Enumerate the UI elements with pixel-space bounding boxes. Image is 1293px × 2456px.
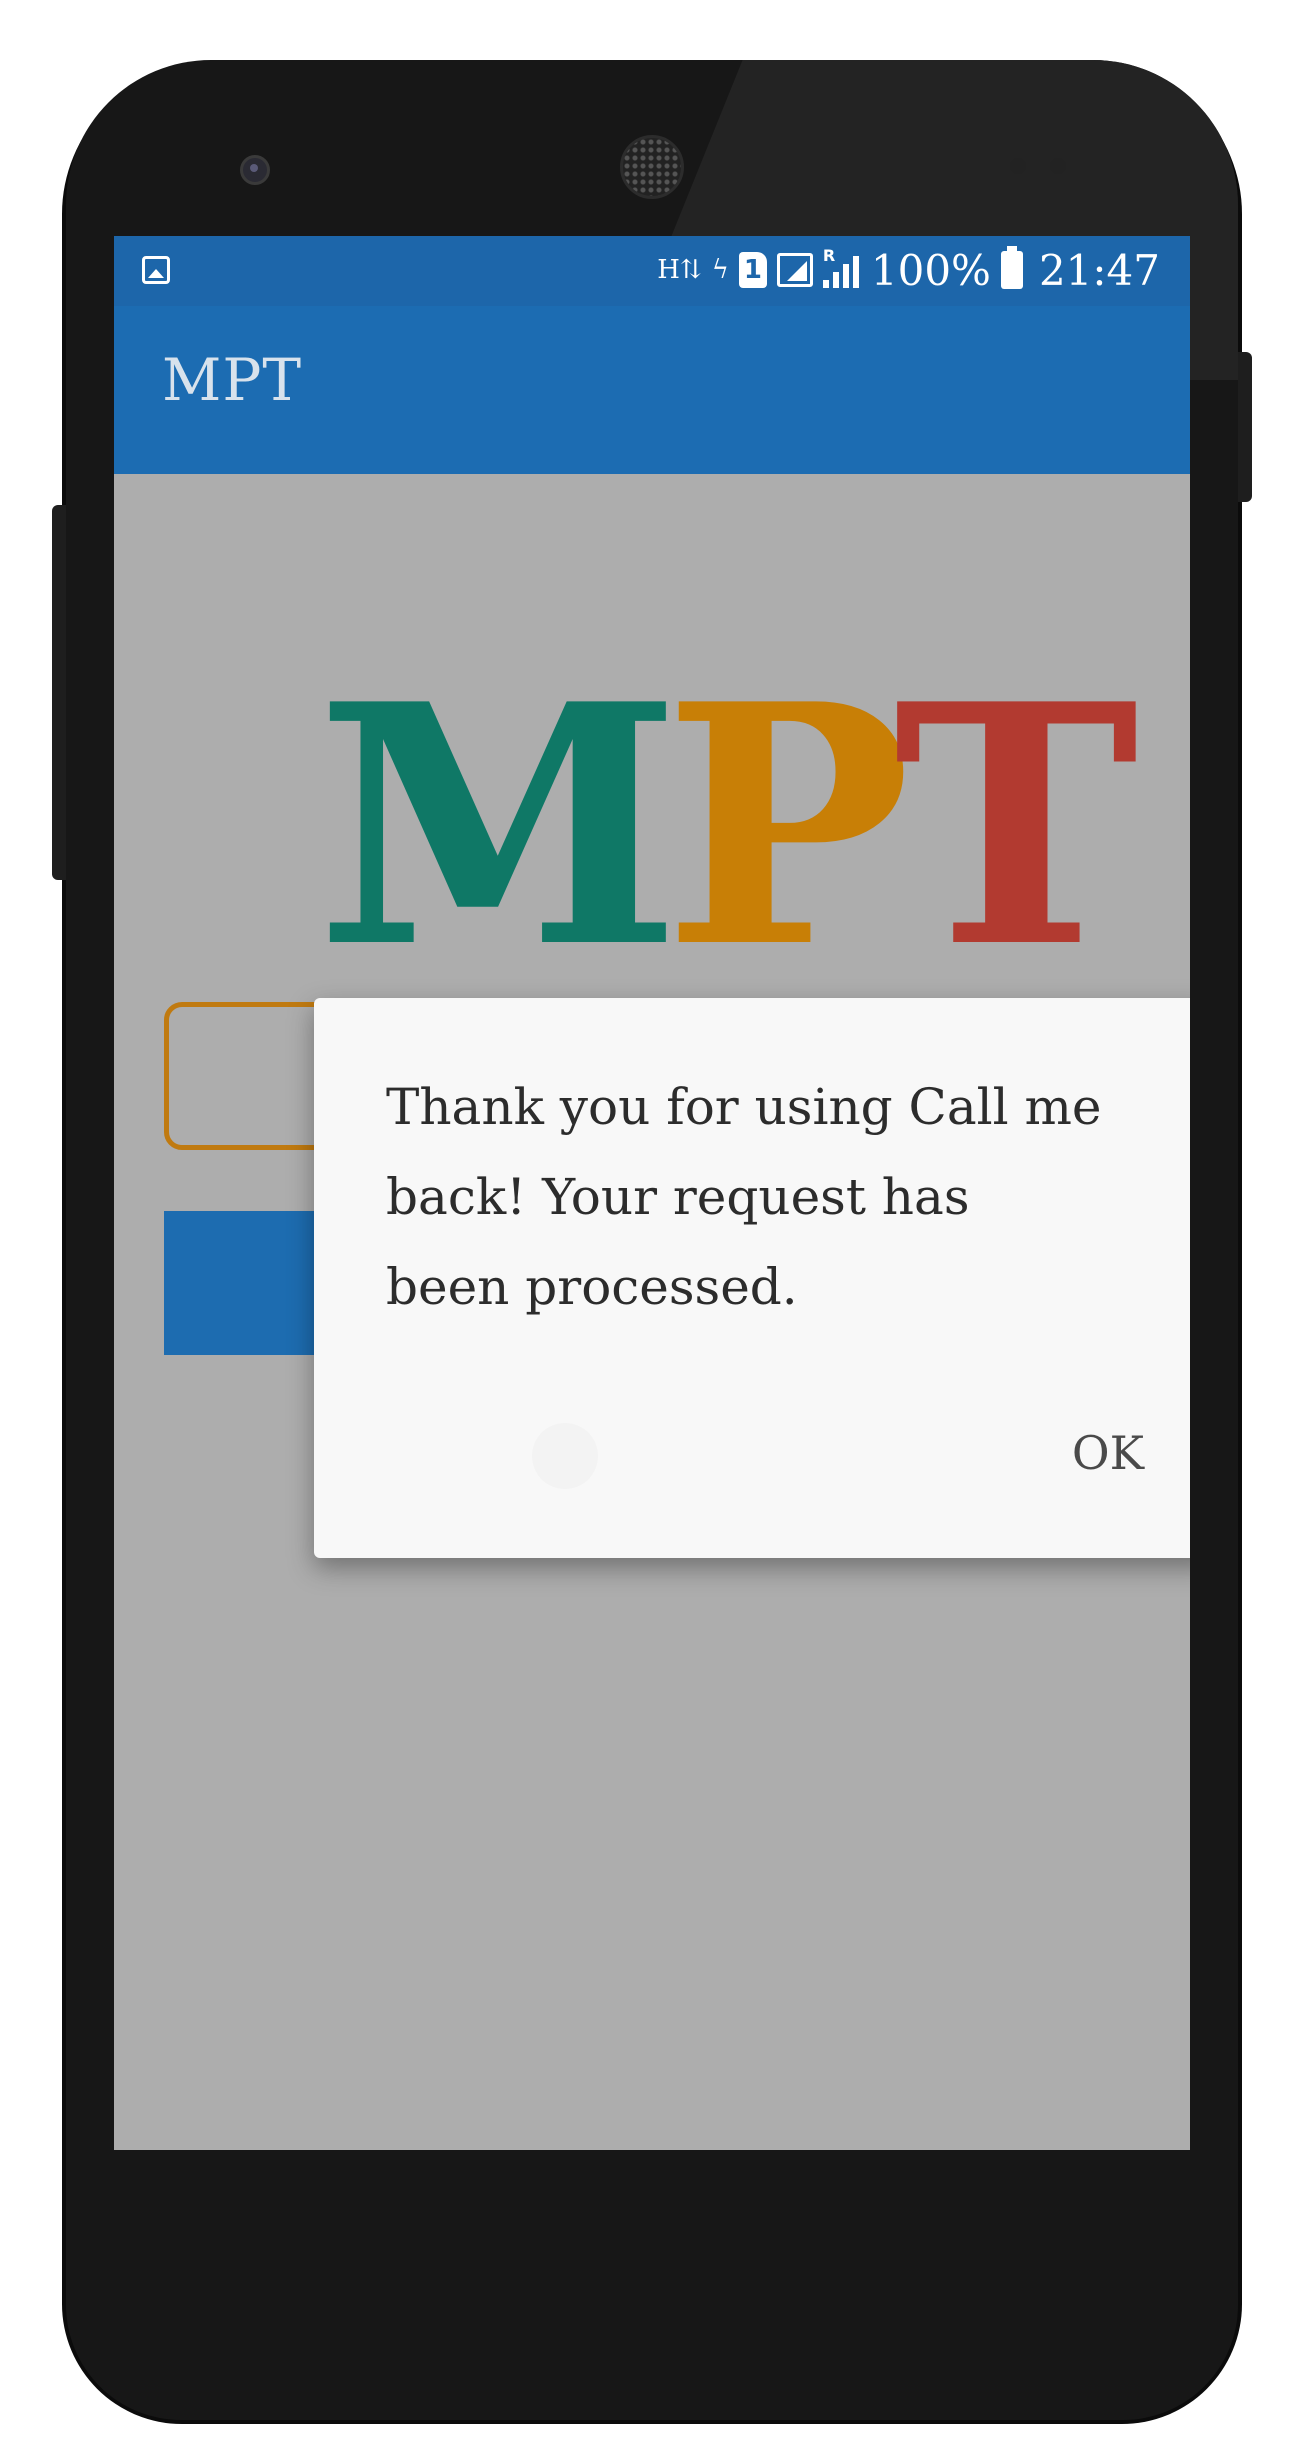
power-button [1238,352,1252,502]
gallery-icon [142,256,170,284]
logo-letter-m: M [316,632,681,1020]
signal-icon [776,253,813,287]
ok-button[interactable]: OK [1072,1426,1144,1480]
app-title: MPT [162,346,303,414]
mpt-logo: M P T [316,632,1139,1020]
logo-letter-p: P [663,632,911,1020]
touch-ripple [532,1423,598,1489]
battery-percent: 100% [870,245,991,295]
volume-button [52,505,66,880]
dialog-message: Thank you for using Call me back! Your r… [386,1078,1102,1316]
logo-letter-t: T [893,632,1139,1020]
network-type-label: H [657,255,680,285]
battery-icon [1000,246,1023,289]
clock: 21:47 [1038,245,1160,295]
data-h-icon: H⇅ [657,255,702,285]
status-bar: H⇅ ϟ 1 R 100% 21:47 [114,236,1190,306]
confirmation-dialog: Thank you for using Call me back! Your r… [314,998,1190,1558]
proximity-sensor [1010,158,1026,174]
light-sensor [1050,158,1066,174]
earpiece-speaker [620,135,684,199]
charging-bolt-icon: ϟ [711,255,729,285]
screen: H⇅ ϟ 1 R 100% 21:47 MPT M P T Thank you … [114,236,1190,2150]
sim-1-icon: 1 [738,252,767,288]
roaming-label: R [822,246,836,265]
roaming-signal-icon: R [822,246,861,288]
front-camera-icon [240,155,270,185]
status-icons: H⇅ ϟ 1 R 100% 21:47 [657,242,1160,298]
app-bar: MPT [114,306,1190,474]
